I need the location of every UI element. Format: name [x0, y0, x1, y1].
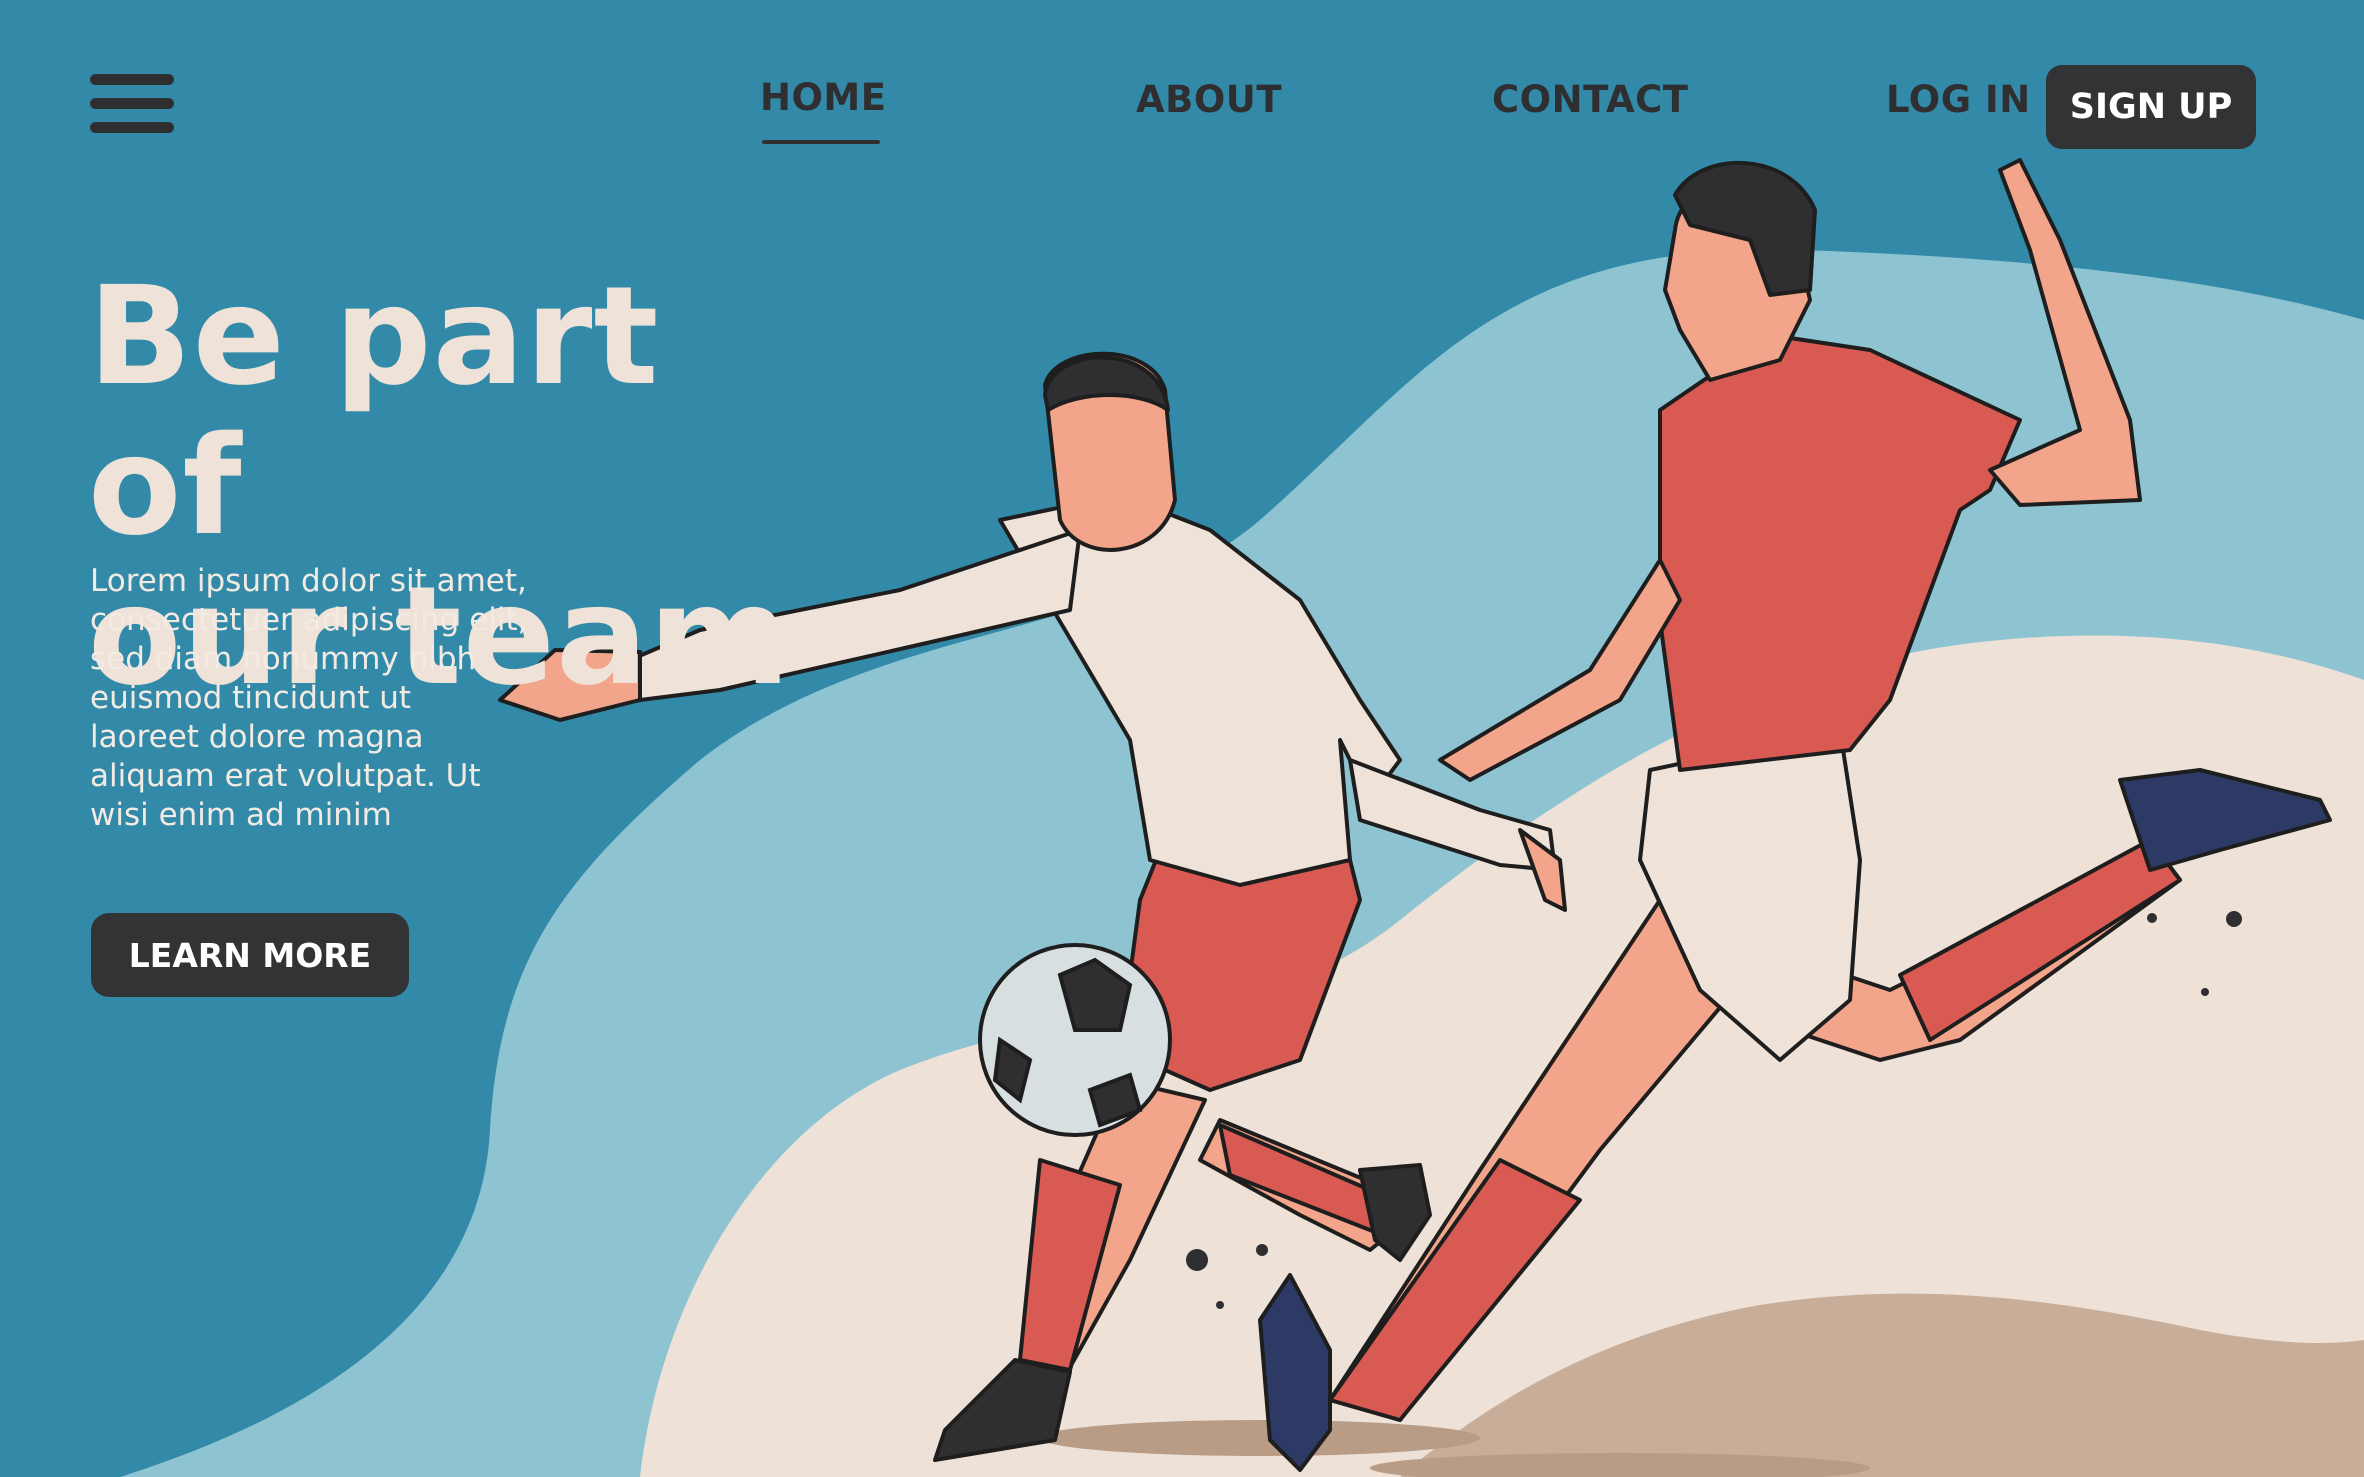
hamburger-bar: [90, 122, 174, 133]
learn-more-button[interactable]: LEARN MORE: [91, 913, 409, 997]
hamburger-bar: [90, 98, 174, 109]
description-line: laoreet dolore magna: [90, 719, 424, 755]
description-line: aliquam erat volutpat. Ut: [90, 758, 481, 794]
signup-button[interactable]: SIGN UP: [2046, 65, 2256, 149]
headline-line: Be part of: [88, 258, 660, 566]
description-line: consectetuer adipiscing elit,: [90, 602, 528, 638]
description-line: Lorem ipsum dolor sit amet,: [90, 563, 527, 599]
login-link[interactable]: LOG IN: [1886, 78, 2031, 121]
active-nav-underline: [762, 140, 880, 144]
hamburger-bar: [90, 74, 174, 85]
soccer-ball: [978, 943, 1172, 1137]
hamburger-menu-icon[interactable]: [90, 74, 174, 134]
description-line: euismod tincidunt ut: [90, 680, 412, 716]
nav-about-link[interactable]: ABOUT: [1136, 78, 1282, 121]
ground-shadow: [1040, 1420, 1480, 1456]
landing-page: HOME ABOUT CONTACT LOG IN SIGN UP Be par…: [0, 0, 2364, 1477]
nav-home-link[interactable]: HOME: [760, 76, 887, 119]
nav-contact-link[interactable]: CONTACT: [1492, 78, 1688, 121]
description-line: wisi enim ad minim: [90, 797, 392, 833]
description-line: sed diam nonummy nibh: [90, 641, 477, 677]
hero-description: Lorem ipsum dolor sit amet, consectetuer…: [90, 562, 590, 835]
